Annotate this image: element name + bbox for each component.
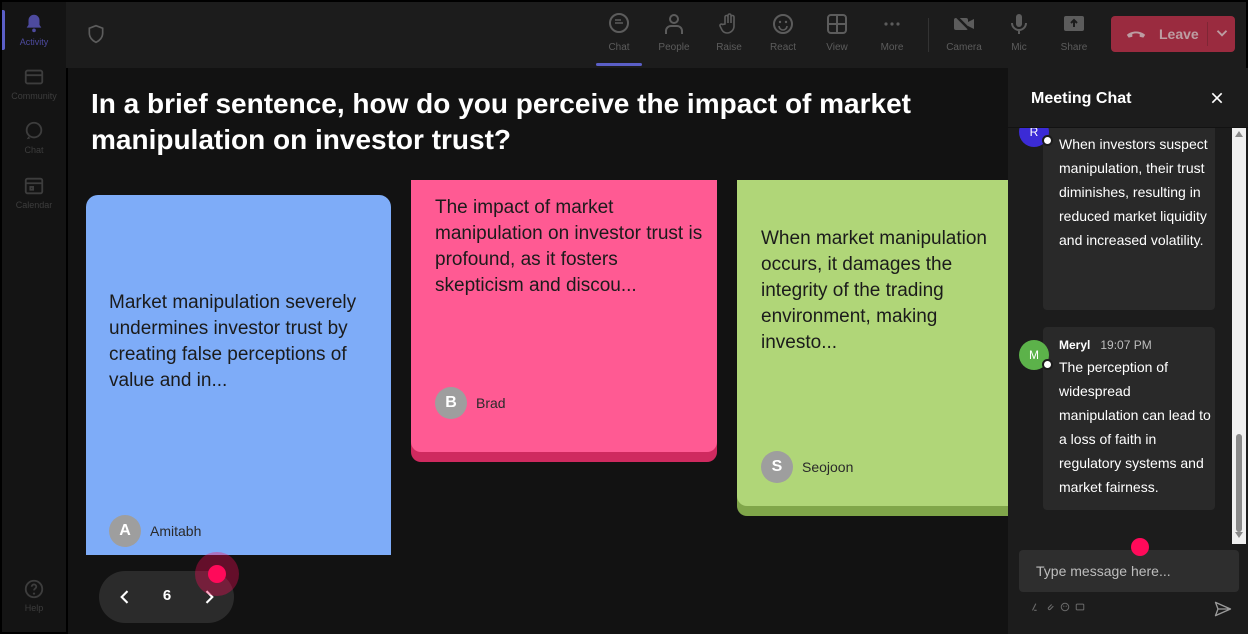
send-icon[interactable] [1213, 599, 1233, 619]
people-button[interactable]: People [649, 12, 699, 62]
toolbar-label: View [826, 42, 848, 53]
rail-label: Community [11, 91, 57, 101]
author-name: Seojoon [802, 459, 854, 475]
raise-hand-button[interactable]: Raise [704, 12, 754, 62]
toolbar-label: Camera [946, 42, 982, 53]
presence-indicator [1042, 135, 1053, 146]
scroll-thumb[interactable] [1236, 434, 1242, 532]
pointer-dot [1131, 538, 1149, 556]
toolbar-label: More [880, 42, 904, 53]
rail-label: Activity [19, 37, 49, 47]
chevron-down-icon[interactable] [1213, 24, 1231, 42]
card-author: A Amitabh [109, 515, 201, 547]
response-text: The impact of market manipulation on inv… [435, 197, 703, 296]
message-text: The perception of widespread manipulatio… [1059, 359, 1211, 495]
response-card[interactable]: When market manipulation occurs, it dama… [737, 180, 1008, 506]
shield-icon[interactable] [86, 24, 106, 44]
app-rail: Activity Community Chat Calendar Help [2, 2, 66, 632]
page-number: 6 [162, 587, 172, 604]
question-title: In a brief sentence, how do you perceive… [91, 88, 911, 155]
message-meta: Meryl 19:07 PM [1059, 338, 1152, 352]
chat-bubble-icon [609, 13, 629, 33]
share-button[interactable]: Share [1049, 12, 1099, 62]
message-input[interactable] [1019, 550, 1239, 592]
more-icon [884, 22, 900, 26]
hang-up-icon [1126, 31, 1146, 38]
card-author: B Brad [435, 387, 506, 419]
close-icon[interactable] [1209, 90, 1225, 106]
camera-off-icon [954, 14, 974, 34]
author-name: Amitabh [150, 523, 202, 539]
leave-button[interactable]: Leave [1111, 16, 1235, 52]
chat-message: When investors suspect manipulation, the… [1043, 128, 1215, 310]
toolbar-label: Raise [716, 42, 742, 53]
help-icon [24, 579, 44, 599]
toolbar-label: React [769, 42, 797, 53]
presentation-stage: In a brief sentence, how do you perceive… [68, 68, 1008, 634]
chat-title: Meeting Chat [1031, 90, 1132, 107]
format-icon[interactable] [1030, 602, 1040, 612]
meeting-chat-panel: Meeting Chat When investors suspect mani… [1008, 68, 1248, 634]
leave-divider [1207, 22, 1208, 46]
avatar: S [761, 451, 793, 483]
response-card[interactable]: Market manipulation severely undermines … [86, 195, 391, 555]
toolbar-label: Chat [608, 42, 630, 53]
response-card[interactable]: The impact of market manipulation on inv… [411, 180, 717, 452]
response-text: When market manipulation occurs, it dama… [761, 228, 987, 353]
toolbar-label: Mic [1011, 42, 1027, 53]
attach-icon[interactable] [1045, 602, 1055, 612]
toolbar-label: Share [1060, 42, 1088, 53]
chat-message: Meryl 19:07 PM The perception of widespre… [1043, 327, 1215, 510]
meeting-toolbar: Chat People Raise React View More Camera… [66, 2, 1246, 68]
message-text: When investors suspect manipulation, the… [1059, 136, 1208, 248]
people-icon [665, 14, 683, 34]
smiley-icon [773, 14, 793, 34]
rail-label: Help [24, 603, 44, 613]
message-time: 19:07 PM [1100, 338, 1152, 352]
view-button[interactable]: View [812, 12, 862, 62]
more-button[interactable]: More [867, 12, 917, 62]
bell-icon [26, 14, 42, 33]
rail-label: Chat [24, 145, 44, 155]
rail-item-activity[interactable]: Activity [2, 12, 66, 47]
chat-messages[interactable]: When investors suspect manipulation, the… [1008, 128, 1248, 544]
toolbar-divider [928, 18, 929, 52]
message-author: Meryl [1059, 338, 1091, 352]
mic-icon [1011, 14, 1027, 34]
response-text: Market manipulation severely undermines … [109, 292, 357, 391]
camera-button[interactable]: Camera [939, 12, 989, 62]
author-name: Brad [476, 395, 506, 411]
rail-item-help[interactable]: Help [2, 578, 66, 613]
presence-indicator [1042, 359, 1053, 370]
toolbar-label: People [658, 42, 690, 53]
active-tab-indicator [596, 63, 642, 66]
rail-label: Calendar [15, 200, 53, 210]
rail-item-calendar[interactable]: Calendar [2, 175, 66, 210]
pointer-dot [208, 565, 226, 583]
avatar: B [435, 387, 467, 419]
share-icon [1064, 16, 1084, 31]
rail-item-chat[interactable]: Chat [2, 120, 66, 155]
scroll-down-arrow[interactable] [1235, 532, 1243, 538]
grid-icon [827, 14, 847, 34]
gif-icon[interactable] [1075, 602, 1085, 612]
mic-button[interactable]: Mic [994, 12, 1044, 62]
avatar: A [109, 515, 141, 547]
emoji-icon[interactable] [1060, 602, 1070, 612]
chevron-left-icon[interactable] [115, 587, 135, 607]
scroll-up-arrow[interactable] [1235, 131, 1243, 137]
card-author: S Seojoon [761, 451, 853, 483]
calendar-icon [24, 177, 44, 195]
chat-scrollbar[interactable] [1232, 128, 1246, 544]
hand-icon [719, 13, 735, 34]
chat-header: Meeting Chat [1008, 68, 1248, 128]
rail-item-community[interactable]: Community [2, 66, 66, 101]
chat-button[interactable]: Chat [594, 12, 644, 62]
chat-icon [25, 121, 43, 140]
community-icon [24, 69, 44, 85]
react-button[interactable]: React [758, 12, 808, 62]
compose-tools [1030, 602, 1085, 612]
leave-label: Leave [1159, 26, 1199, 42]
